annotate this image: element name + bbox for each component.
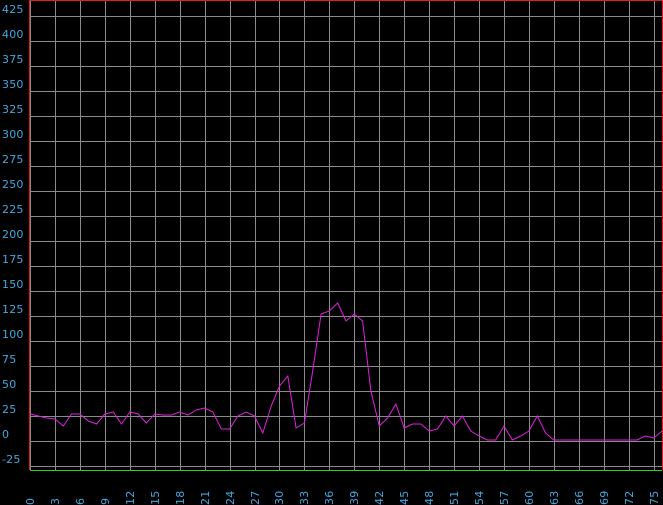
x-tick-label-27: 27 (249, 491, 262, 505)
y-tick-label-225: 225 (2, 203, 24, 216)
x-tick-label-0: 0 (24, 498, 37, 505)
y-tick-label-25: 25 (2, 403, 16, 416)
x-tick-label-66: 66 (573, 491, 586, 505)
x-tick-label-45: 45 (398, 491, 411, 505)
y-tick-label-425: 425 (2, 3, 24, 16)
x-tick-label-69: 69 (598, 491, 611, 505)
y-tick-label-250: 250 (2, 178, 24, 191)
y-tick-label-200: 200 (2, 228, 24, 241)
x-tick-label-21: 21 (199, 491, 212, 505)
y-tick-label-375: 375 (2, 53, 24, 66)
y-tick-label-150: 150 (2, 278, 24, 291)
x-tick-label-48: 48 (423, 491, 436, 505)
y-tick-label-175: 175 (2, 253, 24, 266)
line-chart: -25 0 25 50 75 100 125 150 175 200 225 250 275 300 325… (0, 0, 663, 505)
x-tick-label-36: 36 (323, 491, 336, 505)
x-tick-label-9: 9 (99, 498, 112, 505)
x-tick-label-15: 15 (149, 491, 162, 505)
y-tick-label-350: 350 (2, 78, 24, 91)
y-tick-label-50: 50 (2, 378, 16, 391)
y-tick-label-325: 325 (2, 103, 24, 116)
x-tick-label-57: 57 (498, 491, 511, 505)
x-tick-label-6: 6 (74, 498, 87, 505)
x-tick-label-12: 12 (124, 491, 137, 505)
x-tick-label-24: 24 (224, 491, 237, 505)
y-tick-label-400: 400 (2, 28, 24, 41)
x-tick-label-63: 63 (548, 491, 561, 505)
y-tick-label-0: 0 (2, 428, 9, 441)
x-tick-label-33: 33 (298, 491, 311, 505)
x-tick-label-30: 30 (273, 491, 286, 505)
y-tick-label-275: 275 (2, 153, 24, 166)
x-tick-label-42: 42 (373, 491, 386, 505)
x-tick-label-60: 60 (523, 491, 536, 505)
y-tick-label-100: 100 (2, 328, 24, 341)
x-tick-label-18: 18 (174, 491, 187, 505)
x-tick-label-39: 39 (348, 491, 361, 505)
x-tick-label-54: 54 (473, 491, 486, 505)
chart-background (0, 0, 663, 505)
x-tick-label-75: 75 (648, 491, 661, 505)
y-tick-label-300: 300 (2, 128, 24, 141)
y-tick-label-75: 75 (2, 353, 16, 366)
chart-canvas: -250255075100125150175200225250275300325… (0, 0, 663, 505)
x-tick-label-51: 51 (448, 491, 461, 505)
x-tick-label-72: 72 (623, 491, 636, 505)
x-tick-label-3: 3 (49, 498, 62, 505)
y-tick-label--25: -25 (2, 453, 21, 466)
y-tick-label-125: 125 (2, 303, 24, 316)
